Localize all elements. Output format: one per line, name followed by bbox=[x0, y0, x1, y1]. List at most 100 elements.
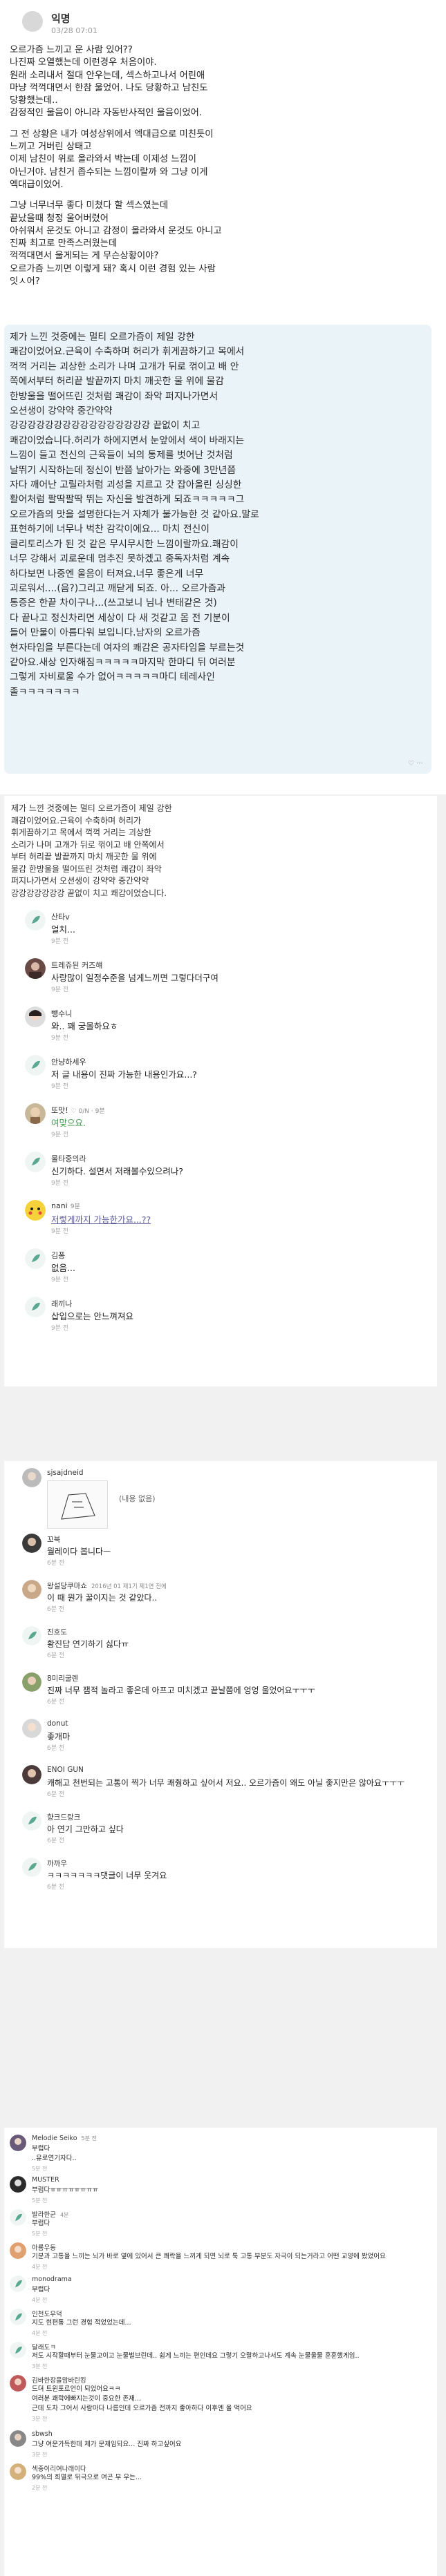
avatar[interactable] bbox=[22, 1580, 41, 1599]
reply-meta[interactable]: ♡ ··· bbox=[408, 760, 423, 767]
comment-time: 6분 전 bbox=[47, 1606, 65, 1613]
comment-author[interactable]: 달래도ㅋ bbox=[32, 2342, 56, 2351]
comment-author[interactable]: MUSTER bbox=[32, 2176, 59, 2184]
comment-author[interactable]: 김퐁 bbox=[51, 1250, 65, 1261]
reply-line: 다 끝나고 정신차리면 세상이 다 새 것같고 몸 전 기분이 bbox=[10, 612, 230, 624]
post-line: 진짜 최고로 만족스러웠는데 bbox=[10, 238, 118, 249]
comment-text: 없음... bbox=[51, 1263, 75, 1273]
reply-line: 같아요.새상 인자해짐ㅋㅋㅋㅋㅋ마지막 한마디 뒤 여러분 bbox=[10, 656, 236, 668]
comment-text[interactable]: 저렇게까지 가능한가요...?? bbox=[51, 1212, 151, 1225]
post-line: 아닌거야. 남친거 좁수되는 느낌이랄까 와 그냥 이게 bbox=[10, 166, 208, 178]
avatar[interactable] bbox=[25, 1103, 46, 1124]
comment-author[interactable]: 8미리굴렌 bbox=[47, 1673, 78, 1683]
comment-author[interactable]: 김바한장을맘바린킹 bbox=[32, 2375, 86, 2385]
avatar[interactable] bbox=[10, 2276, 26, 2292]
comment-author[interactable]: 꼬북 bbox=[47, 1534, 60, 1545]
avatar[interactable] bbox=[22, 1626, 41, 1645]
comment-text: 진짜 너무 잼적 놀라고 좋은데 아프고 미치겠고 끝날쯤에 엉엉 울었어요ㅜㅜ… bbox=[47, 1686, 315, 1695]
post-line: 느끼고 거버린 상태고 bbox=[10, 142, 92, 153]
avatar[interactable] bbox=[22, 11, 43, 32]
comment-author[interactable]: 진호도 bbox=[47, 1627, 67, 1637]
quote-line: 강강강강강강강 끝없이 치고 쾌감이었습니다. bbox=[11, 888, 167, 898]
comment-author-name[interactable]: nani bbox=[51, 1201, 68, 1210]
avatar[interactable] bbox=[10, 2309, 26, 2325]
avatar[interactable] bbox=[25, 1006, 46, 1027]
avatar[interactable] bbox=[10, 2463, 26, 2480]
comment-author[interactable]: nani 9분 bbox=[51, 1201, 80, 1210]
comments-section-2: sjsajdneid (내용 없음) 꼬북 월레이다 봅니다ㅡ 6분 전 왕설당… bbox=[0, 1416, 446, 1969]
comment-author[interactable]: 향크드랑크 bbox=[47, 1812, 80, 1822]
comment-author[interactable]: 뺑수니 bbox=[51, 1008, 72, 1019]
quote-line: 휘게끔하기고 목에서 꺽꺽 거리는 괴상한 bbox=[11, 828, 151, 837]
comment-text: 좋개마 bbox=[47, 1732, 71, 1742]
avatar[interactable] bbox=[22, 1765, 41, 1784]
comment-author[interactable]: 왕설당쿠마쇼 2016년 01 제1기 제1연 전에 bbox=[47, 1581, 167, 1591]
comment-author[interactable]: 발라한군 4분 bbox=[32, 2209, 68, 2219]
comment-time: 5분 전 bbox=[32, 2197, 48, 2204]
avatar[interactable] bbox=[22, 1858, 41, 1877]
avatar[interactable] bbox=[25, 1297, 46, 1317]
comment-time: 9분 전 bbox=[51, 986, 69, 993]
comment-author-name[interactable]: 또맛! bbox=[51, 1106, 68, 1115]
avatar[interactable] bbox=[10, 2342, 26, 2358]
comment-author[interactable]: 아룡우동 bbox=[32, 2242, 56, 2252]
avatar[interactable] bbox=[25, 1248, 46, 1269]
comment-line: 드뎌 트윈포르언이 되었어요ㅋㅋ bbox=[32, 2385, 121, 2393]
pikachu-avatar-icon bbox=[25, 1200, 46, 1221]
comments-section-3: Melodie Seiko 5분 전 부럽다 ..유로연기자다.. 5분 전 MU… bbox=[0, 1969, 446, 2576]
comment-author[interactable]: 산타v bbox=[51, 911, 70, 922]
avatar[interactable] bbox=[22, 1719, 41, 1738]
comment-author[interactable]: 까까우 bbox=[47, 1858, 67, 1869]
avatar[interactable] bbox=[25, 910, 46, 931]
photo-avatar-icon bbox=[22, 1534, 41, 1553]
comment-author[interactable]: 인천도우덕 bbox=[32, 2309, 62, 2318]
comment-author[interactable]: 또맛! ♡ 0/N · 9분 bbox=[51, 1105, 105, 1116]
avatar[interactable] bbox=[25, 1200, 46, 1221]
avatar[interactable] bbox=[10, 2135, 26, 2151]
comment-author[interactable]: Melodie Seiko 5분 전 bbox=[32, 2135, 97, 2142]
leaf-avatar-icon bbox=[10, 2276, 26, 2292]
comment-time: 9분 전 bbox=[51, 1228, 69, 1235]
comment-line: 부럽다 bbox=[32, 2220, 50, 2227]
comment-text: 사랑많이 일정수준을 넘게느끼면 그렇다더구여 bbox=[51, 973, 219, 983]
comment-author[interactable]: 안냥하세우 bbox=[51, 1056, 86, 1067]
author-name[interactable]: 익명 bbox=[51, 11, 71, 26]
avatar[interactable] bbox=[22, 1811, 41, 1831]
avatar[interactable] bbox=[25, 1152, 46, 1172]
comment-author[interactable]: sjsajdneid bbox=[47, 1469, 84, 1477]
avatar[interactable] bbox=[10, 2430, 26, 2447]
avatar[interactable] bbox=[10, 2242, 26, 2259]
reply-line: 꺽꺽 거리는 괴상한 소리가 나며 고개가 뒤로 꺾이고 배 안 bbox=[10, 361, 239, 372]
comment-author[interactable]: 래끼나 bbox=[51, 1298, 72, 1309]
comment-author[interactable]: 섹중이리여나래이다 bbox=[32, 2463, 86, 2473]
avatar[interactable] bbox=[10, 2176, 26, 2193]
comment-author[interactable]: 물타중의라 bbox=[51, 1153, 86, 1164]
comment-author[interactable]: 트레쥬된 커즈햬 bbox=[51, 960, 102, 971]
comment-author-name[interactable]: Melodie Seiko bbox=[32, 2135, 77, 2142]
comment-author[interactable]: donut bbox=[47, 1719, 68, 1728]
comment-text: 지도 현편통 그런 경험 적었었는데... bbox=[32, 2318, 131, 2328]
avatar[interactable] bbox=[25, 1055, 46, 1076]
avatar[interactable] bbox=[10, 2375, 26, 2392]
comment-author[interactable]: sbwsh bbox=[32, 2430, 53, 2438]
comment-time: 4분 전 bbox=[32, 2330, 48, 2336]
comment-time: 6분 전 bbox=[47, 1699, 65, 1706]
comment-author[interactable]: monodrama bbox=[32, 2276, 72, 2283]
leaf-avatar-icon bbox=[10, 2342, 26, 2358]
quote-line: 소리가 나며 고개가 뒤로 꺾이고 배 안쪽에서 bbox=[11, 839, 165, 850]
avatar[interactable] bbox=[25, 958, 46, 979]
sketch-image[interactable] bbox=[47, 1480, 108, 1529]
comment-time: 9분 전 bbox=[51, 1180, 69, 1187]
reply-line: 느낌이 들고 전신의 근육들이 뇌의 통제를 벗어난 것처럼 bbox=[10, 450, 233, 461]
comment-text: 그냥 여운가득한데 체가 문제임되요... 진짜 하고싶어요 bbox=[32, 2440, 181, 2450]
avatar[interactable] bbox=[22, 1534, 41, 1553]
comment-author[interactable]: ENOI GUN bbox=[47, 1766, 84, 1774]
avatar[interactable] bbox=[22, 1468, 41, 1487]
comment-line: 부럽다 bbox=[32, 2286, 50, 2293]
avatar[interactable] bbox=[10, 2209, 26, 2226]
comment-author-name[interactable]: 왕설당쿠마쇼 bbox=[47, 1582, 87, 1590]
reply-line: 졸ㅋㅋㅋㅋㅋㅋㅋ bbox=[10, 686, 80, 698]
avatar[interactable] bbox=[22, 1672, 41, 1692]
comment-author-name[interactable]: 발라한군 bbox=[32, 2211, 56, 2219]
photo-avatar-icon bbox=[10, 2242, 26, 2259]
